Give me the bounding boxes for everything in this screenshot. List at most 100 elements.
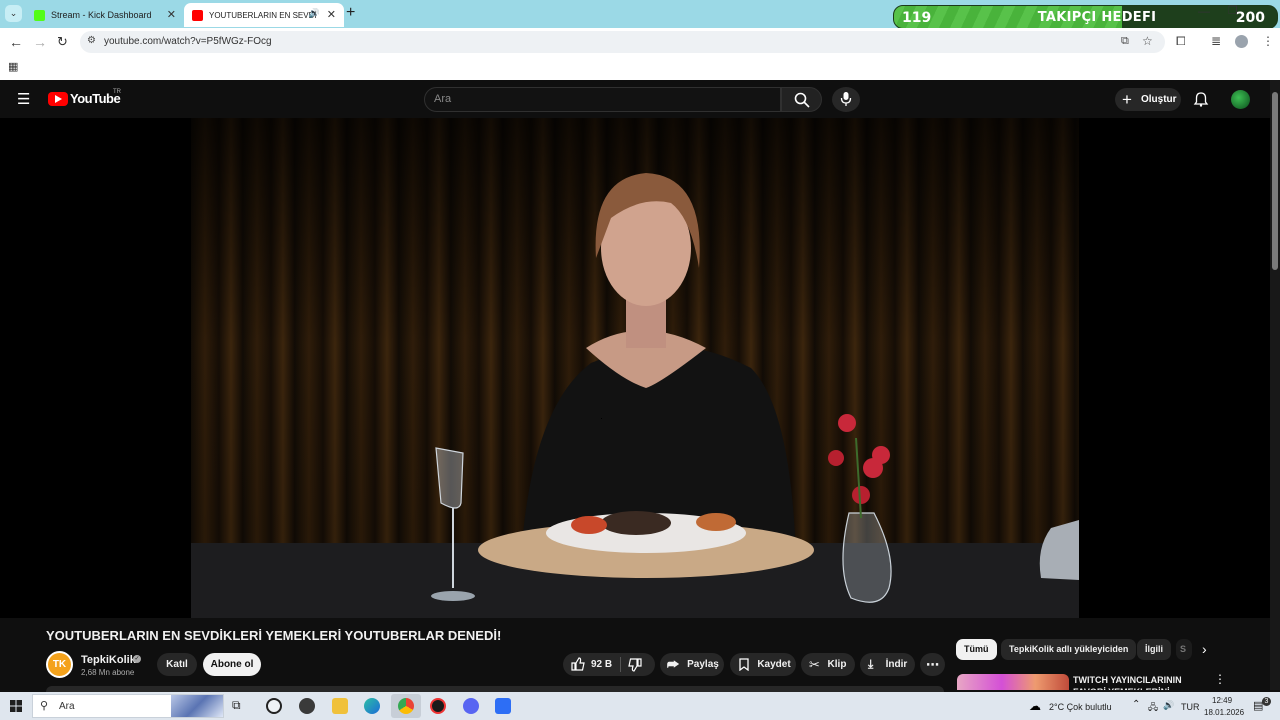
- close-tab-icon[interactable]: ✕: [167, 8, 176, 21]
- scissors-icon: ✂: [809, 657, 820, 672]
- video-scene-image: [431, 173, 1079, 603]
- hamburger-menu-icon[interactable]: ☰: [17, 90, 30, 108]
- download-button[interactable]: ⤓ İndir: [860, 653, 915, 676]
- input-language[interactable]: TUR: [1181, 702, 1200, 712]
- save-label: Kaydet: [757, 659, 791, 670]
- task-view-icon[interactable]: ⧉: [232, 698, 248, 714]
- download-label: İndir: [885, 659, 908, 670]
- search-icon: [794, 92, 810, 108]
- save-button[interactable]: Kaydet: [730, 653, 796, 676]
- clock-time[interactable]: 12:49: [1212, 696, 1232, 705]
- share-label: Paylaş: [687, 659, 719, 670]
- bookmark-star-icon[interactable]: ☆: [1142, 34, 1153, 48]
- create-button[interactable]: + Oluştur: [1115, 88, 1181, 111]
- search-placeholder: Ara: [434, 93, 452, 105]
- tab-title: Stream - Kick Dashboard: [51, 10, 152, 20]
- tab-youtube-video[interactable]: YOUTUBERLARIN EN SEVDİ 🔊 ✕: [184, 3, 344, 27]
- chip-all[interactable]: Tümü: [956, 639, 997, 660]
- kick-favicon-icon: [34, 9, 45, 21]
- window-restore-icon[interactable]: ❐: [1228, 4, 1238, 17]
- window-minimize-icon[interactable]: —: [1198, 4, 1210, 18]
- follower-goal-current: 119: [902, 10, 932, 26]
- like-dislike-group: 92 B: [563, 653, 655, 676]
- forward-arrow-icon[interactable]: →: [33, 34, 47, 50]
- like-divider: [620, 657, 621, 672]
- new-tab-button[interactable]: +: [346, 4, 355, 22]
- chrome-menu-icon[interactable]: ⋮: [1262, 34, 1274, 48]
- taskbar-search-icon: ⚲: [40, 700, 49, 712]
- speaker-icon[interactable]: 🔊: [309, 8, 320, 19]
- create-label: Oluştur: [1141, 94, 1177, 105]
- channel-name[interactable]: TepkiKolik: [81, 654, 136, 666]
- notification-count-badge: 3: [1262, 697, 1271, 706]
- network-icon[interactable]: 🖧: [1148, 700, 1158, 716]
- tray-chevron-up-icon[interactable]: ⌃: [1132, 699, 1140, 710]
- join-button[interactable]: Katıl: [157, 653, 197, 676]
- chip-related[interactable]: İlgili: [1137, 639, 1171, 660]
- dislike-thumb-icon[interactable]: [628, 658, 642, 672]
- edge-browser-icon[interactable]: [364, 698, 380, 714]
- app-icon[interactable]: [495, 698, 511, 714]
- voice-search-button[interactable]: [832, 87, 860, 112]
- discord-icon[interactable]: [463, 698, 479, 714]
- user-avatar[interactable]: [1231, 90, 1250, 109]
- chrome-icon[interactable]: [398, 698, 414, 714]
- recommended-video-title[interactable]: TWITCH YAYINCILARININ FAVORİ YEMEKLERİNİ…: [1073, 674, 1213, 690]
- profile-avatar[interactable]: [1235, 35, 1248, 48]
- steam-icon[interactable]: [299, 698, 315, 714]
- follower-goal-target: 200: [1235, 10, 1265, 26]
- clock-date[interactable]: 18.01.2026: [1204, 708, 1244, 717]
- bookmarks-bar: [0, 56, 1280, 80]
- youtube-region-code: TR: [113, 89, 121, 95]
- plus-icon: +: [1122, 90, 1132, 109]
- download-arrow-icon: ⤓: [868, 657, 874, 671]
- scrollbar-thumb[interactable]: [1272, 92, 1278, 270]
- channel-avatar[interactable]: TK: [46, 651, 73, 678]
- youtube-favicon-icon: [192, 9, 203, 21]
- volume-icon[interactable]: 🔊: [1163, 700, 1174, 711]
- tab-kick-dashboard[interactable]: Stream - Kick Dashboard ✕: [26, 3, 184, 27]
- subscriber-count: 2,68 Mn abone: [81, 668, 135, 677]
- share-arrow-icon: ⮫: [667, 657, 680, 672]
- more-actions-icon[interactable]: ⋯: [920, 653, 945, 676]
- chips-next-chevron-icon[interactable]: ›: [1202, 641, 1207, 657]
- windows-start-icon[interactable]: [10, 700, 22, 712]
- verified-badge-icon: ✓: [133, 655, 141, 663]
- recommended-video-thumbnail[interactable]: [957, 674, 1069, 690]
- taskbar-search-label: Ara: [59, 701, 75, 712]
- apps-grid-icon[interactable]: ▦: [8, 60, 18, 73]
- follower-goal-overlay: 119 TAKIPÇI HEDEFI 200: [893, 5, 1278, 29]
- subscribe-button[interactable]: Abone ol: [203, 653, 261, 676]
- extensions-icon[interactable]: ⧠: [1176, 34, 1186, 49]
- youtube-logo-icon[interactable]: [48, 92, 68, 106]
- obs-studio-icon[interactable]: [266, 698, 282, 714]
- tab-search-menu-icon[interactable]: ⌄: [5, 5, 22, 22]
- video-frame[interactable]: [191, 118, 1079, 618]
- recommended-more-icon[interactable]: ⋮: [1214, 672, 1226, 686]
- back-arrow-icon[interactable]: ←: [9, 34, 23, 50]
- file-explorer-icon[interactable]: [332, 698, 348, 714]
- chip-from-uploader[interactable]: TepkiKolik adlı yükleyiciden: [1001, 639, 1137, 660]
- url-text[interactable]: youtube.com/watch?v=P5fWGz-FOcg: [104, 36, 272, 47]
- share-button[interactable]: ⮫ Paylaş: [660, 653, 724, 676]
- search-input[interactable]: [424, 87, 781, 112]
- search-button[interactable]: [781, 87, 822, 112]
- reload-icon[interactable]: ↻: [57, 34, 68, 50]
- close-tab-icon[interactable]: ✕: [327, 8, 336, 21]
- install-app-icon[interactable]: ⧉: [1121, 35, 1129, 48]
- weather-text[interactable]: 2°C Çok bulutlu: [1049, 702, 1112, 712]
- like-thumb-icon[interactable]: [571, 657, 585, 671]
- clip-button[interactable]: ✂ Klip: [801, 653, 855, 676]
- microphone-icon: [840, 92, 852, 106]
- media-control-icon[interactable]: ≣: [1211, 34, 1221, 48]
- search-highlight-image: [171, 695, 223, 717]
- like-count[interactable]: 92 B: [591, 659, 612, 670]
- weather-cloud-icon[interactable]: ☁: [1029, 699, 1041, 713]
- clip-label: Klip: [827, 659, 847, 670]
- follower-goal-title: TAKIPÇI HEDEFI: [1037, 10, 1157, 25]
- tab-title: YOUTUBERLARIN EN SEVDİ: [209, 10, 317, 20]
- chip-partial[interactable]: S: [1176, 639, 1192, 660]
- recording-app-icon[interactable]: [430, 698, 446, 714]
- notifications-bell-icon[interactable]: [1193, 91, 1209, 107]
- site-info-icon[interactable]: ⚙: [87, 35, 96, 46]
